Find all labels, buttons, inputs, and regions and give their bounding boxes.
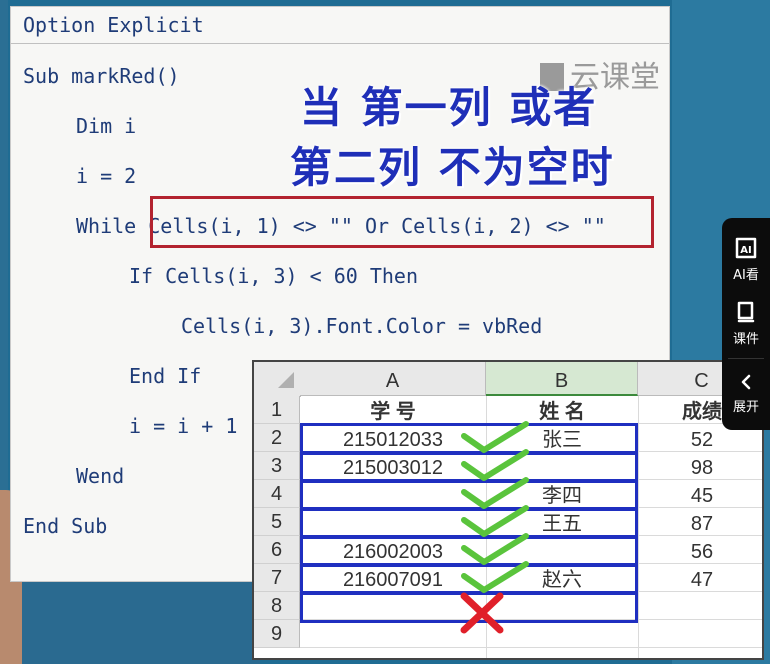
code-line-11: End Sub: [23, 514, 108, 538]
expand-label: 展开: [732, 400, 759, 415]
row-header[interactable]: 7: [254, 564, 300, 592]
cell-a1[interactable]: 学 号: [300, 398, 486, 426]
row-header[interactable]: 3: [254, 452, 300, 480]
column-header-b[interactable]: B: [486, 362, 638, 396]
chevron-left-icon: [741, 374, 751, 390]
spreadsheet: A B C 1 2 3 4 5 6 7 8 9 学 号 姓 名 成绩 21501…: [252, 360, 764, 660]
cell-c5[interactable]: 87: [638, 510, 762, 538]
side-panel: AI AI看 课件 展开: [722, 218, 770, 430]
cell-c7[interactable]: 47: [638, 566, 762, 594]
background-bottom: [0, 582, 260, 664]
code-line-6: If Cells(i, 3) < 60 Then: [129, 264, 418, 288]
row-header[interactable]: 1: [254, 396, 300, 424]
row-header[interactable]: 8: [254, 592, 300, 620]
ai-view-button[interactable]: AI AI看: [722, 236, 770, 283]
code-line-4: i = 2: [76, 164, 137, 188]
row-header[interactable]: 6: [254, 536, 300, 564]
cell-c2[interactable]: 52: [638, 426, 762, 454]
code-line-10: Wend: [76, 464, 125, 488]
check-mark-icon: [461, 561, 529, 593]
svg-text:AI: AI: [740, 245, 751, 256]
courseware-icon: [737, 301, 755, 323]
row-header[interactable]: 5: [254, 508, 300, 536]
ai-icon: AI: [735, 237, 757, 259]
expand-button[interactable]: 展开: [722, 372, 770, 415]
annotation-line-1: 当 第一列 或者: [300, 83, 598, 132]
code-line-8: End If: [129, 364, 202, 388]
cross-mark-icon: [460, 592, 504, 634]
code-line-3: Dim i: [76, 114, 137, 138]
cell-c6[interactable]: 56: [638, 538, 762, 566]
courseware-button[interactable]: 课件: [722, 300, 770, 347]
code-line-9: i = i + 1: [129, 414, 238, 438]
courseware-label: 课件: [732, 332, 759, 347]
code-line-2: Sub markRed(): [23, 64, 180, 88]
divider: [728, 358, 764, 359]
code-divider: [11, 43, 669, 44]
cell-c4[interactable]: 45: [638, 482, 762, 510]
code-line-1: Option Explicit: [23, 13, 204, 37]
cell-c3[interactable]: 98: [638, 454, 762, 482]
row-header[interactable]: 9: [254, 620, 300, 648]
column-header-a[interactable]: A: [300, 362, 486, 396]
condition-highlight-box: [150, 196, 654, 248]
ai-view-label: AI看: [733, 268, 759, 283]
code-line-7: Cells(i, 3).Font.Color = vbRed: [181, 314, 543, 338]
row-header[interactable]: 4: [254, 480, 300, 508]
select-all-corner[interactable]: [254, 362, 301, 397]
row-header[interactable]: 2: [254, 424, 300, 452]
annotation-line-2: 第二列 不为空时: [290, 143, 615, 192]
